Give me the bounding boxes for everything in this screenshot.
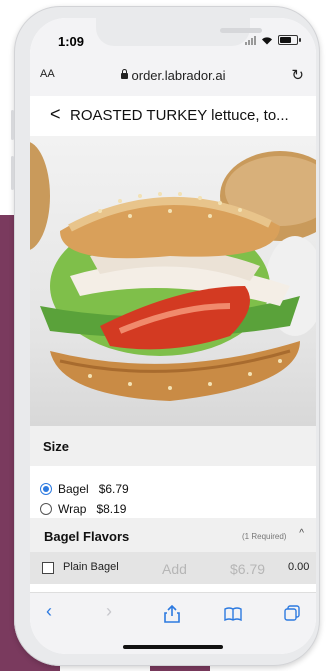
required-badge: (1 Required) — [242, 532, 287, 541]
safari-toolbar: ‹ › — [30, 592, 316, 654]
checkbox[interactable] — [42, 562, 54, 574]
lock-icon — [120, 69, 128, 79]
status-icons — [245, 35, 301, 45]
book-icon[interactable] — [224, 607, 242, 621]
tabs-icon[interactable] — [284, 605, 300, 621]
radio-button-selected[interactable] — [40, 483, 52, 495]
size-option-bagel[interactable]: Bagel $6.79 — [40, 482, 129, 496]
phone-screen: 1:09 AA order.labrador.ai ↻ < ROASTED TU… — [30, 18, 316, 654]
browser-url-bar[interactable]: AA order.labrador.ai ↻ — [30, 58, 316, 96]
size-section-header: Size — [30, 426, 316, 466]
chevron-up-icon[interactable]: ^ — [299, 528, 304, 539]
product-image — [30, 136, 316, 426]
size-option-label: Bagel — [58, 482, 89, 496]
size-option-label: Wrap — [58, 502, 87, 516]
signal-icon — [245, 35, 256, 45]
battery-icon — [278, 35, 301, 45]
status-bar: 1:09 — [30, 18, 316, 58]
reload-icon[interactable]: ↻ — [291, 66, 304, 84]
status-time: 1:09 — [58, 34, 85, 49]
radio-button[interactable] — [40, 503, 52, 515]
add-to-cart-button[interactable]: Add — [162, 561, 187, 577]
sandwich-illustration — [30, 142, 316, 401]
chevron-right-icon[interactable]: › — [106, 601, 112, 622]
size-option-price: $6.79 — [98, 482, 129, 496]
list-item[interactable]: Plain Bagel Add $6.79 0.00 — [30, 552, 316, 584]
size-section-title: Size — [43, 439, 70, 454]
chevron-left-icon[interactable]: ‹ — [46, 601, 52, 622]
share-icon[interactable] — [164, 605, 180, 623]
volume-up-button — [11, 156, 14, 190]
bagel-flavors-header[interactable]: Bagel Flavors (1 Required) ^ — [30, 518, 316, 552]
speaker — [220, 28, 262, 33]
page-title: ROASTED TURKEY lettuce, to... — [70, 107, 289, 124]
bagel-flavors-title: Bagel Flavors — [44, 529, 130, 544]
size-option-wrap[interactable]: Wrap $8.19 — [40, 502, 126, 516]
page-header: < ROASTED TURKEY lettuce, to... — [30, 96, 316, 137]
side-button — [11, 110, 14, 140]
back-button[interactable]: < — [50, 104, 61, 125]
url-text: order.labrador.ai — [131, 68, 226, 83]
notch — [96, 18, 262, 46]
url-display[interactable]: order.labrador.ai — [30, 68, 316, 83]
flavor-price: 0.00 — [288, 561, 310, 573]
size-option-price: $8.19 — [96, 502, 127, 516]
home-indicator — [123, 645, 223, 649]
cart-total-price: $6.79 — [230, 561, 266, 577]
wifi-icon — [262, 36, 272, 44]
flavor-label: Plain Bagel — [63, 561, 119, 573]
